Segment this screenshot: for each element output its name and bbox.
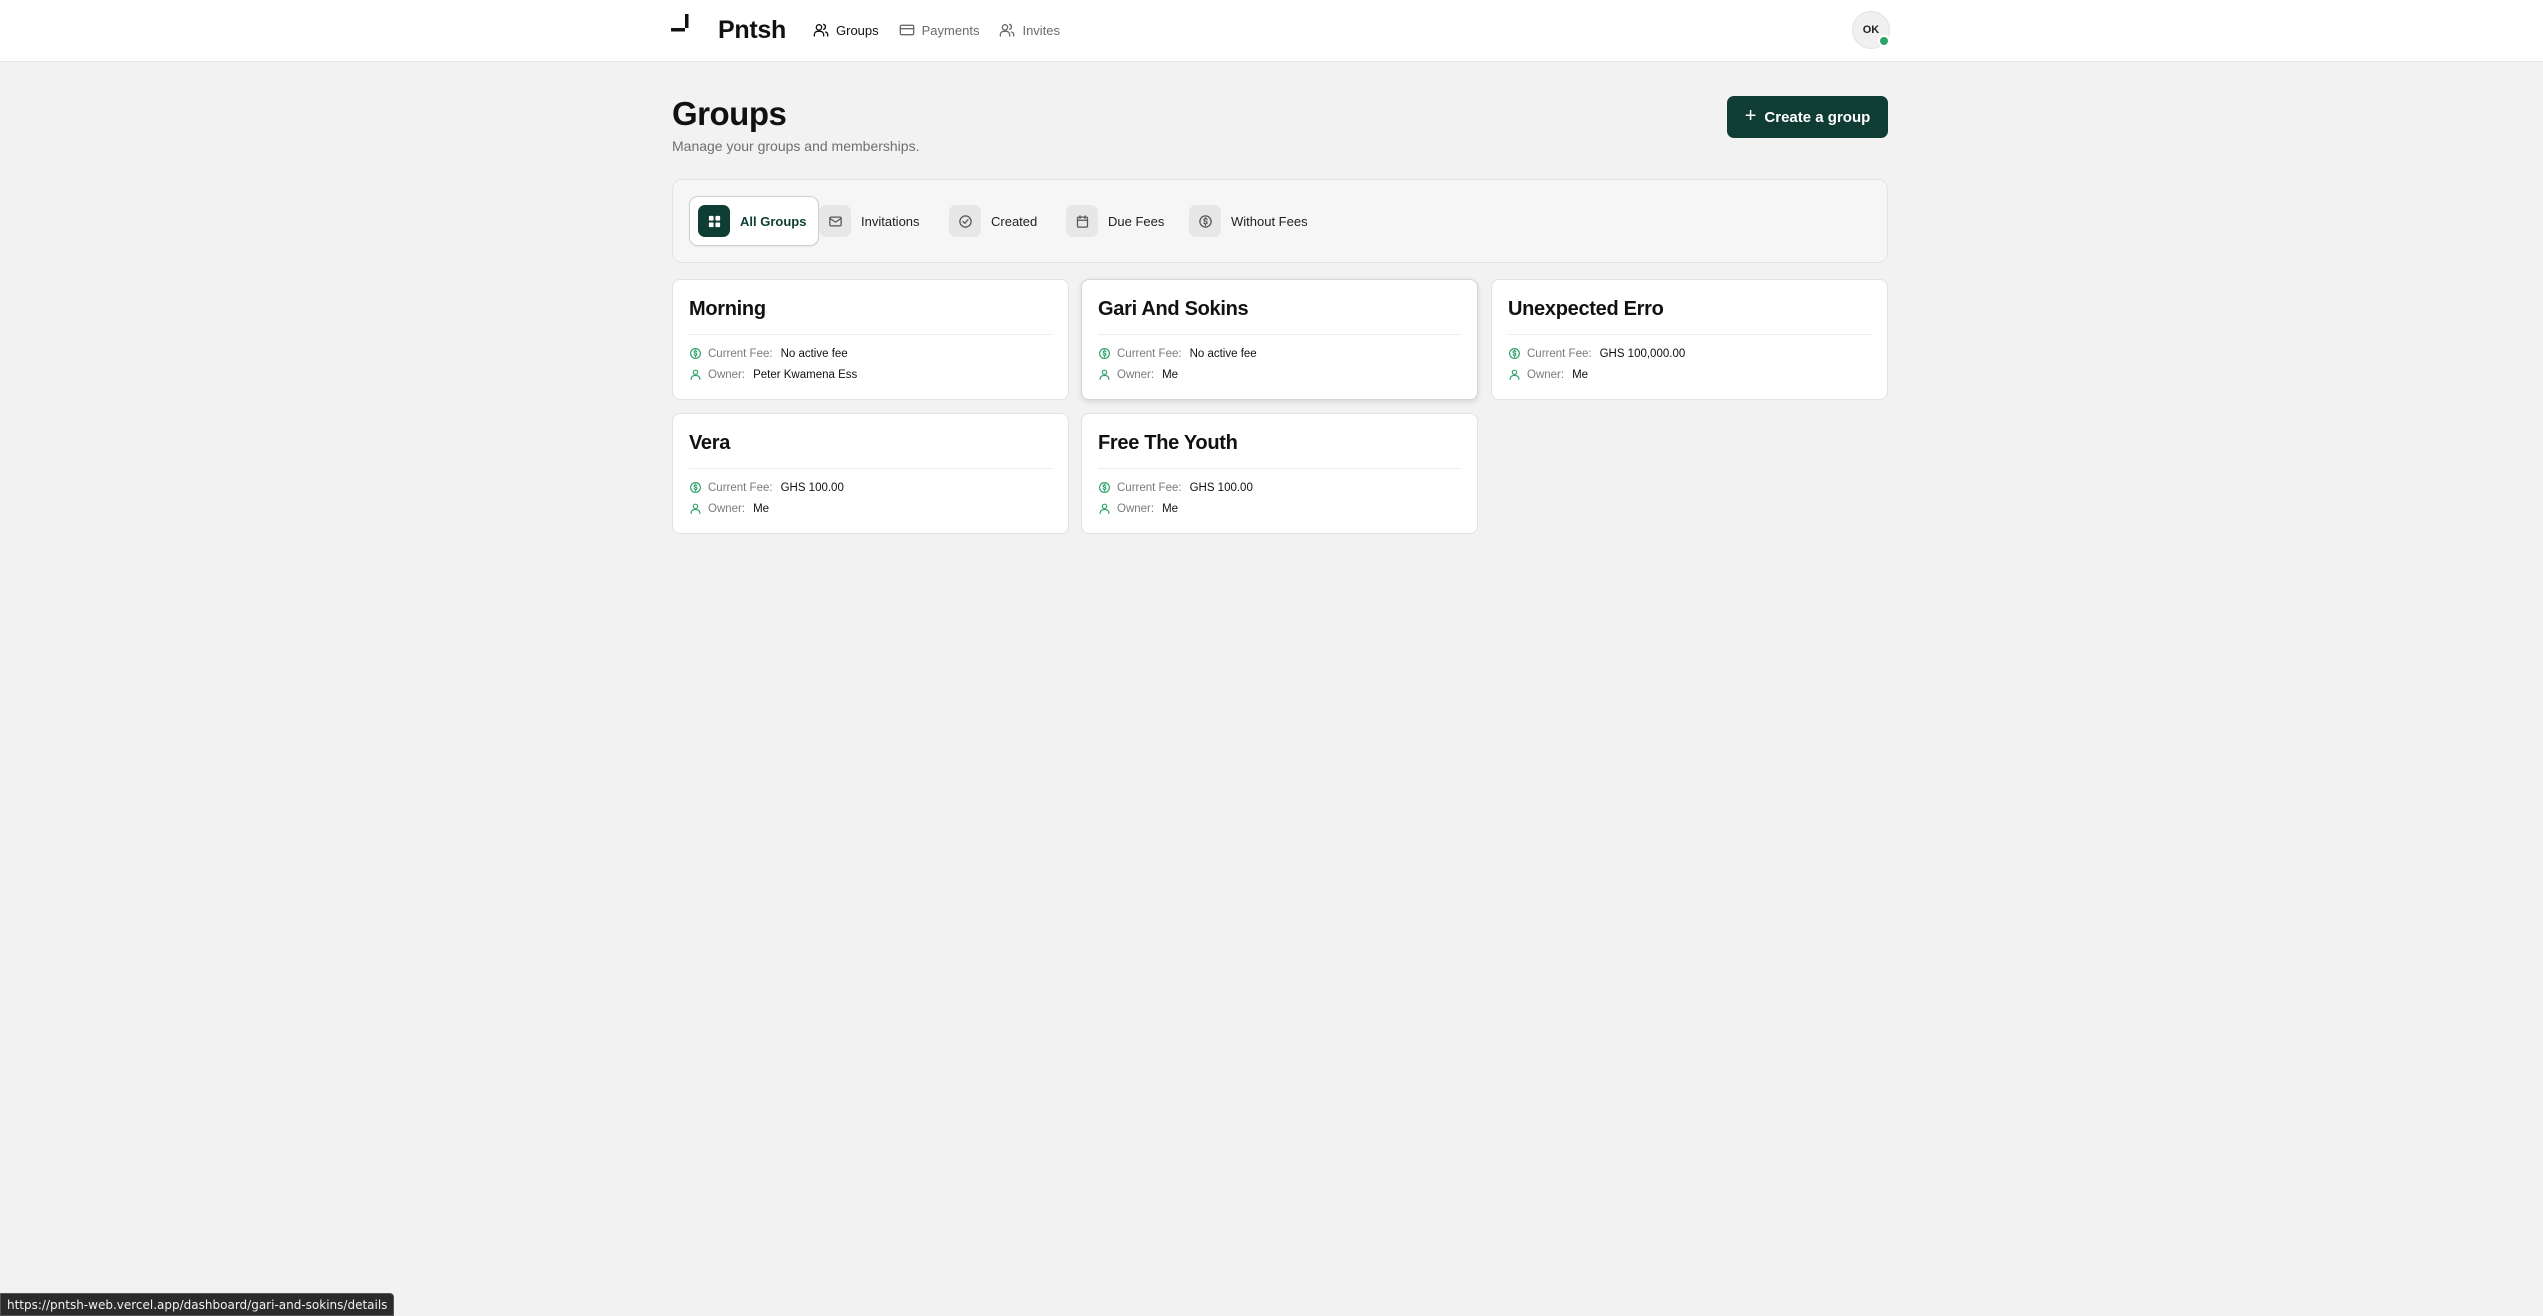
fee-value: No active fee	[780, 347, 848, 360]
owner-value: Me	[1572, 368, 1589, 381]
filter-invitations[interactable]: Invitations	[811, 196, 932, 246]
divider	[689, 468, 1052, 469]
filter-label: All Groups	[740, 213, 807, 229]
owner-row: Owner: Me	[1098, 368, 1178, 381]
owner-label: Owner:	[1527, 368, 1565, 381]
user-icon	[690, 369, 701, 380]
main-nav: Groups Payments Invites	[813, 19, 1060, 41]
divider	[1098, 468, 1461, 469]
nav-item-label: Payments	[921, 22, 980, 38]
group-card-vera[interactable]: Vera Current Fee: GHS 100.00 Owner: Me	[672, 413, 1069, 534]
group-card-free-the-youth[interactable]: Free The Youth Current Fee: GHS 100.00 O…	[1081, 413, 1478, 534]
owner-label: Owner:	[1117, 502, 1155, 515]
fee-row: Current Fee: GHS 100,000.00	[1508, 347, 1685, 360]
owner-row: Owner: Me	[689, 502, 769, 515]
mail-icon	[819, 205, 851, 237]
owner-value: Me	[1162, 368, 1179, 381]
owner-label: Owner:	[1117, 368, 1155, 381]
owner-label: Owner:	[708, 502, 746, 515]
user-icon	[1099, 503, 1110, 514]
group-filter-tabs: All Groups Invitations Created Due Fees …	[672, 179, 1888, 263]
fee-row: Current Fee: No active fee	[1098, 347, 1257, 360]
filter-label: Without Fees	[1231, 213, 1308, 229]
nav-item-payments[interactable]: Payments	[899, 19, 980, 41]
filter-created[interactable]: Created	[941, 196, 1049, 246]
grid-icon	[698, 205, 730, 237]
dollar-circle-icon	[1099, 482, 1110, 493]
group-card-morning[interactable]: Morning Current Fee: No active fee Owner…	[672, 279, 1069, 400]
dollar-circle-icon	[1099, 348, 1110, 359]
nav-item-invites[interactable]: Invites	[999, 19, 1060, 41]
divider	[1508, 334, 1871, 335]
filter-all-groups[interactable]: All Groups	[689, 196, 820, 246]
group-name: Unexpected Erro	[1508, 298, 1664, 320]
brand-name[interactable]: Pntsh	[718, 14, 786, 47]
user-icon	[690, 503, 701, 514]
group-card-gari-and-sokins[interactable]: Gari And Sokins Current Fee: No active f…	[1081, 279, 1478, 400]
calendar-icon	[1066, 205, 1098, 237]
status-bar-url: https://pntsh-web.vercel.app/dashboard/g…	[0, 1293, 395, 1316]
create-group-label: Create a group	[1764, 108, 1871, 126]
owner-row: Owner: Me	[1508, 368, 1588, 381]
user-plus-icon	[1000, 23, 1015, 37]
filter-due-fees[interactable]: Due Fees	[1058, 196, 1176, 246]
online-status-dot	[1878, 35, 1890, 47]
dollar-circle-icon	[1509, 348, 1520, 359]
fee-value: GHS 100.00	[780, 481, 844, 494]
fee-row: Current Fee: GHS 100.00	[1098, 481, 1253, 494]
dollar-circle-icon	[1189, 205, 1221, 237]
nav-item-label: Groups	[836, 22, 879, 38]
plus-icon: +	[1744, 105, 1757, 127]
owner-value: Me	[753, 502, 770, 515]
user-icon	[1509, 369, 1520, 380]
group-name: Vera	[689, 432, 731, 454]
fee-value: GHS 100,000.00	[1599, 347, 1686, 360]
credit-card-icon	[899, 24, 914, 36]
filter-label: Due Fees	[1108, 213, 1165, 229]
filter-label: Invitations	[861, 213, 920, 229]
dollar-circle-icon	[690, 482, 701, 493]
check-circle-icon	[949, 205, 981, 237]
avatar-initials: OK	[1862, 24, 1880, 36]
owner-value: Me	[1162, 502, 1179, 515]
group-name: Gari And Sokins	[1098, 298, 1249, 320]
owner-value: Peter Kwamena Ess	[753, 368, 858, 381]
fee-value: No active fee	[1189, 347, 1257, 360]
fee-label: Current Fee:	[708, 481, 773, 494]
fee-row: Current Fee: No active fee	[689, 347, 848, 360]
pntsh-logo-icon[interactable]	[671, 14, 704, 47]
user-icon	[1099, 369, 1110, 380]
nav-item-label: Invites	[1022, 22, 1061, 38]
group-name: Morning	[689, 298, 766, 320]
fee-label: Current Fee:	[1117, 481, 1182, 494]
group-card-unexpected-erro[interactable]: Unexpected Erro Current Fee: GHS 100,000…	[1491, 279, 1888, 400]
fee-label: Current Fee:	[1117, 347, 1182, 360]
page-subtitle: Manage your groups and memberships.	[672, 138, 920, 154]
fee-row: Current Fee: GHS 100.00	[689, 481, 844, 494]
owner-row: Owner: Me	[1098, 502, 1178, 515]
fee-label: Current Fee:	[1527, 347, 1592, 360]
create-group-button[interactable]: + Create a group	[1727, 96, 1888, 138]
divider	[689, 334, 1052, 335]
fee-label: Current Fee:	[708, 347, 773, 360]
owner-label: Owner:	[708, 368, 746, 381]
group-name: Free The Youth	[1098, 432, 1238, 454]
user-avatar[interactable]: OK	[1852, 11, 1890, 49]
fee-value: GHS 100.00	[1189, 481, 1253, 494]
owner-row: Owner: Peter Kwamena Ess	[689, 368, 857, 381]
dollar-circle-icon	[690, 348, 701, 359]
divider	[1098, 334, 1461, 335]
nav-item-groups[interactable]: Groups	[813, 19, 879, 41]
filter-without-fees[interactable]: Without Fees	[1181, 196, 1320, 246]
top-navbar: Pntsh Groups Payments Invites OK	[0, 0, 2543, 62]
filter-label: Created	[991, 213, 1038, 229]
users-icon	[813, 23, 829, 37]
page-title: Groups	[672, 95, 787, 132]
